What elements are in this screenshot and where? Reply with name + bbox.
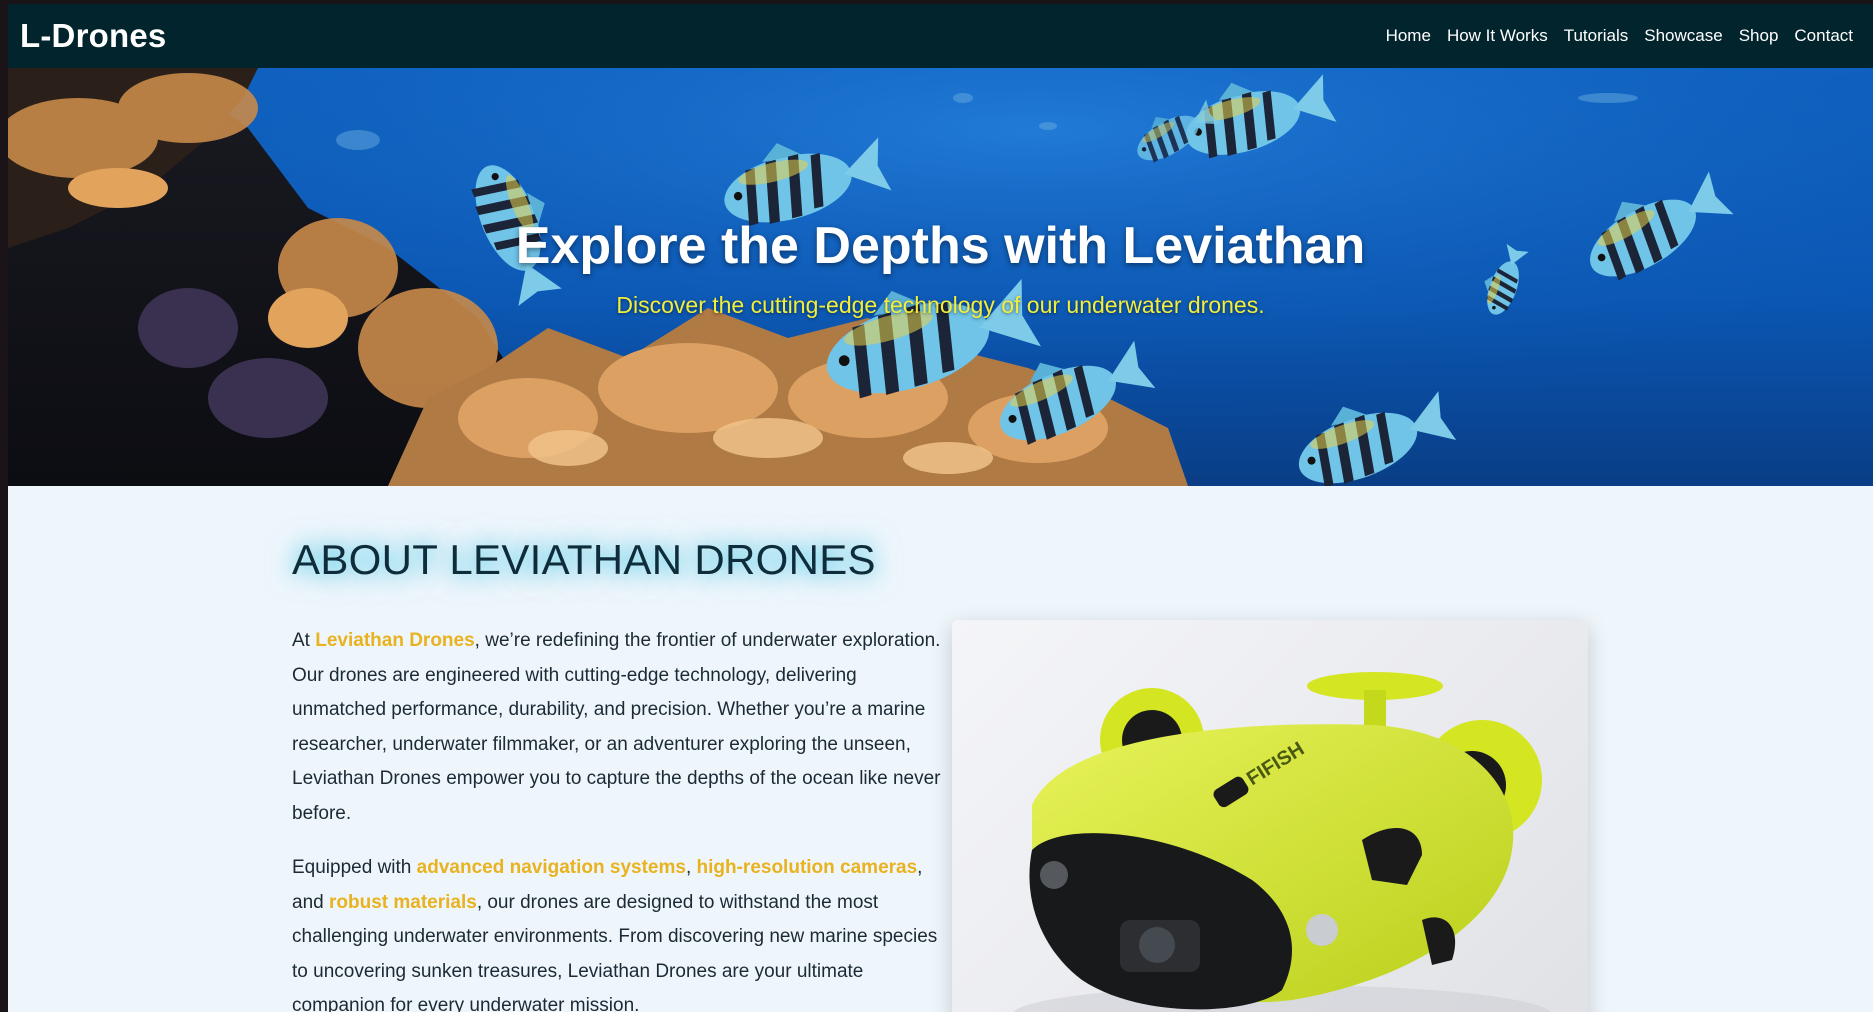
hero-title: Explore the Depths with Leviathan [515,217,1366,275]
highlight-brand: Leviathan Drones [315,630,475,651]
highlight-cameras: high-resolution cameras [696,857,918,878]
page: L-Drones Home How It Works Tutorials Sho… [8,4,1873,1012]
text-run: At [292,630,316,651]
hero-banner: Explore the Depths with Leviathan Discov… [8,68,1873,486]
product-image-card: FIFISH [952,620,1588,1012]
nav-link-home[interactable]: Home [1386,26,1431,46]
hero-ocean-image [8,68,1873,486]
drone-image: FIFISH [1013,672,1551,1012]
hero-subtitle: Discover the cutting-edge technology of … [616,292,1265,318]
text-run: , we’re redefining the frontier of under… [292,630,941,824]
about-paragraph-1: At Leviathan Drones, we’re redefining th… [292,624,942,831]
nav-link-contact[interactable]: Contact [1794,26,1853,46]
nav-link-shop[interactable]: Shop [1739,26,1779,46]
about-heading: ABOUT LEVIATHAN DRONES [292,536,876,583]
nav-link-how-it-works[interactable]: How It Works [1447,26,1548,46]
highlight-navigation: advanced navigation systems [416,857,686,878]
about-paragraph-2: Equipped with advanced navigation system… [292,851,942,1012]
nav-links: Home How It Works Tutorials Showcase Sho… [1370,26,1853,46]
text-run: Equipped with [292,857,417,878]
site-logo[interactable]: L-Drones [20,17,166,55]
nav-link-showcase[interactable]: Showcase [1644,26,1722,46]
about-text: At Leviathan Drones, we’re redefining th… [292,624,942,1012]
nav-link-tutorials[interactable]: Tutorials [1564,26,1629,46]
text-run: , [685,857,697,878]
highlight-materials: robust materials [328,891,477,913]
navbar: L-Drones Home How It Works Tutorials Sho… [8,4,1873,68]
